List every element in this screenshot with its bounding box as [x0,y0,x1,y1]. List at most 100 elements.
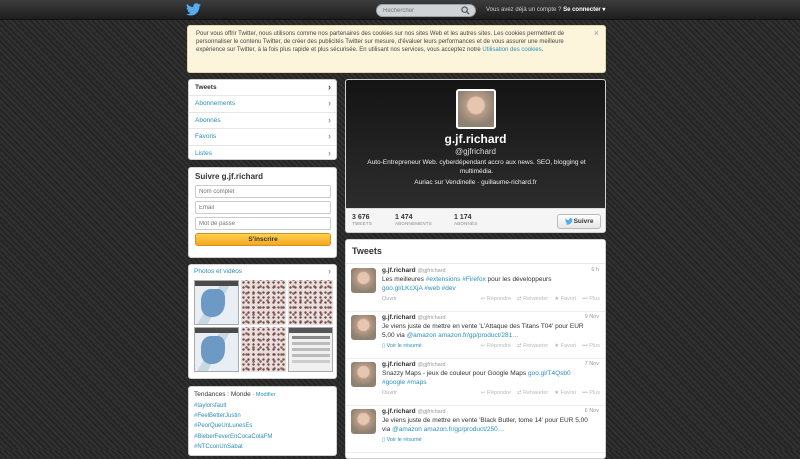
tweet-text-part: Snazzy Maps - jeux de couleur pour Googl… [382,370,528,377]
tweet-date[interactable]: 6 Nov [585,408,599,414]
hashtag-link[interactable]: #web #dev [424,285,455,292]
avatar[interactable] [351,362,376,387]
nav-item-abonnements[interactable]: Abonnements › [189,96,336,113]
summary-link[interactable]: ▯ Voir le résumé [382,343,422,349]
retweet-action[interactable]: ⇄ Retweeter [517,390,548,396]
profile-url[interactable]: guillaume-richard.fr [481,179,537,186]
tweet-actions: ↩ Répondre ⇄ Retweeter ★ Favori ••• Plus [475,296,600,302]
login-link[interactable]: Se connecter ▾ [563,7,605,13]
retweet-action[interactable]: ⇄ Retweeter [517,296,548,302]
tweet-footer: Ouvrir ↩ Répondre ⇄ Retweeter ★ Favori ••• … [382,296,600,302]
photo-thumbnail[interactable] [241,280,286,325]
tweet-date[interactable]: 7 Nov [585,361,599,367]
retweet-action[interactable]: ⇄ Retweeter [517,343,548,349]
search-icon[interactable] [461,6,470,15]
more-action[interactable]: ••• Plus [582,296,600,302]
photo-thumbnail[interactable] [288,327,333,372]
tweet-footer: Ouvrir ↩ Répondre ⇄ Retweeter ★ Favori ••• … [382,390,600,396]
favorite-action[interactable]: ★ Favori [554,390,576,396]
signup-button[interactable]: S'inscrire [195,233,331,246]
avatar[interactable] [351,268,376,293]
stat-abonnes[interactable]: 1 174 ABONNÉS [454,214,477,226]
photo-thumbnail[interactable] [288,280,333,325]
tweet-item[interactable]: g.jf.richard @gjfrichard 7 Nov Snazzy Ma… [346,359,605,406]
nav-label: Listes [195,149,212,157]
avatar[interactable] [351,315,376,340]
trends-title: Tendances : Monde [194,391,251,398]
tweet-text: Snazzy Maps - jeux de couleur pour Googl… [382,370,592,387]
mention-link[interactable]: @amazon [392,426,422,433]
favorite-action[interactable]: ★ Favori [554,343,576,349]
tweet-author[interactable]: g.jf.richard @gjfrichard [382,408,446,415]
summary-label: Voir le résumé [386,343,422,349]
summary-link[interactable]: ▯ Voir le résumé [382,437,422,443]
tweet-author[interactable]: g.jf.richard @gjfrichard [382,267,446,274]
tweet-name: g.jf.richard [382,361,416,368]
follow-button[interactable]: Suivre [557,214,601,229]
profile-name: g.jf.richard [444,132,507,146]
trend-item[interactable]: #taylorsfault [194,401,331,411]
trend-item[interactable]: #BieberFeverEnCocaColaFM [194,432,331,442]
password-field[interactable] [195,217,331,230]
tweet-author[interactable]: g.jf.richard @gjfrichard [382,361,446,368]
tweet-name: g.jf.richard [382,267,416,274]
tweet-date[interactable]: 6 h [591,267,599,273]
photos-panel: Photos et vidéos › [188,264,337,379]
full-name-field[interactable] [195,185,331,198]
more-action[interactable]: ••• Plus [582,390,600,396]
account-question: Vous avez déjà un compte ? [486,7,562,13]
top-bar: Vous avez déjà un compte ? Se connecter … [0,0,800,20]
tweet-item[interactable]: g.jf.richard @gjfrichard 6 h Les meilleu… [346,265,605,312]
email-field[interactable] [195,201,331,214]
tweet-text: Je viens juste de mettre en vente 'Black… [382,417,592,434]
tweet-actions: ↩ Répondre ⇄ Retweeter ★ Favori ••• Plus [475,343,600,349]
hashtag-link[interactable]: #google #maps [382,379,426,386]
hashtag-link[interactable]: #extensions #Firefox [426,276,486,283]
tweet-handle: @gjfrichard [417,362,446,368]
trend-item[interactable]: #FeelBetterJustin [194,411,331,421]
search-box[interactable] [376,4,476,17]
more-action[interactable]: ••• Plus [582,343,600,349]
open-link[interactable]: Ouvrir [382,390,397,396]
reply-action[interactable]: ↩ Répondre [481,343,511,349]
profile-nav: Tweets › Abonnements › Abonnés › Favoris › L… [188,79,337,160]
tweet-item[interactable]: g.jf.richard @gjfrichard 9 Nov Je viens … [346,312,605,359]
twitter-bird-icon[interactable] [186,3,201,16]
tweet-date[interactable]: 9 Nov [585,314,599,320]
nav-item-abonnes[interactable]: Abonnés › [189,113,336,130]
avatar[interactable] [351,409,376,434]
nav-item-listes[interactable]: Listes › [189,146,336,162]
close-icon[interactable]: × [594,29,599,38]
url-link[interactable]: goo.gl/LKcXjA [382,285,422,292]
url-link[interactable]: goo.gl/T4Qsb0 [528,370,571,377]
trend-item[interactable]: #NTCconUnSabat [194,442,331,452]
photos-title-row[interactable]: Photos et vidéos › [194,266,331,280]
trend-item[interactable]: #PeorQueUnLunesEs [194,421,331,431]
reply-action[interactable]: ↩ Répondre [481,390,511,396]
twitter-bird-icon [564,217,573,225]
stat-abonnements[interactable]: 1 474 ABONNEMENTS [395,214,432,226]
open-link[interactable]: Ouvrir [382,296,397,302]
url-link[interactable]: amazon.fr/gp/product/250… [424,426,505,433]
photo-thumbnail[interactable] [241,327,286,372]
photo-thumbnail[interactable] [194,327,239,372]
mention-link[interactable]: @amazon [407,332,437,339]
cookie-policy-link[interactable]: Utilisation des cookies [482,47,541,53]
tweet-author[interactable]: g.jf.richard @gjfrichard [382,314,446,321]
search-input[interactable] [383,5,463,16]
nav-item-tweets[interactable]: Tweets › [189,80,336,97]
reply-action[interactable]: ↩ Répondre [481,296,511,302]
nav-label: Tweets [195,84,217,91]
profile-bio: Auto-Entrepreneur Web. cyberdépendant ac… [367,159,586,175]
tweet-handle: @gjfrichard [417,315,446,321]
stat-tweets[interactable]: 3 676 TWEETS [352,214,372,226]
avatar[interactable] [456,89,496,129]
tweet-footer: ▯ Voir le résumé ↩ Répondre ⇄ Retweeter ★ … [382,343,600,349]
tweet-actions: ↩ Répondre ⇄ Retweeter ★ Favori ••• Plus [475,390,600,396]
tweet-item[interactable]: g.jf.richard @gjfrichard 6 Nov Je viens … [346,406,605,453]
trends-change-link[interactable]: · Modifier [253,392,276,398]
nav-item-favoris[interactable]: Favoris › [189,129,336,146]
url-link[interactable]: amazon.fr/gp/product/281… [438,332,519,339]
photo-thumbnail[interactable] [194,280,239,325]
favorite-action[interactable]: ★ Favori [554,296,576,302]
